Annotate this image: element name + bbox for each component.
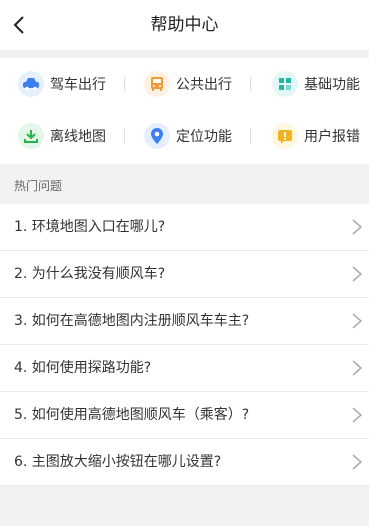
list-item[interactable]: 1. 环境地图入口在哪儿? <box>0 204 369 251</box>
faq-list: 1. 环境地图入口在哪儿? 2. 为什么我没有顺风车? 3. 如何在高德地图内注… <box>0 204 369 486</box>
location-pin-icon <box>144 123 170 149</box>
list-item[interactable]: 4. 如何使用探路功能? <box>0 345 369 392</box>
section-header: 热门问题 <box>0 164 369 204</box>
faq-question: 6. 主图放大缩小按钮在哪儿设置? <box>14 454 222 470</box>
list-item[interactable]: 5. 如何使用高德地图顺风车（乘客）? <box>0 392 369 439</box>
tile-basic-features[interactable]: 基础功能 <box>272 58 360 110</box>
chevron-right-icon <box>352 360 363 376</box>
tile-label: 基础功能 <box>304 77 360 93</box>
download-icon <box>18 123 44 149</box>
tile-label: 驾车出行 <box>50 77 106 93</box>
chevron-right-icon <box>352 219 363 235</box>
divider <box>250 129 251 143</box>
chevron-right-icon <box>352 266 363 282</box>
car-icon <box>18 71 44 97</box>
tile-drive[interactable]: 驾车出行 <box>18 58 106 110</box>
section-title: 热门问题 <box>14 179 63 193</box>
faq-question: 1. 环境地图入口在哪儿? <box>14 219 166 235</box>
tile-label: 离线地图 <box>50 129 106 145</box>
tile-label: 公共出行 <box>176 77 232 93</box>
chevron-right-icon <box>352 454 363 470</box>
grid-icon <box>272 71 298 97</box>
tile-public-transit[interactable]: 公共出行 <box>144 58 232 110</box>
chevron-right-icon <box>352 407 363 423</box>
list-item[interactable]: 2. 为什么我没有顺风车? <box>0 251 369 298</box>
divider <box>124 129 125 143</box>
alert-icon <box>272 123 298 149</box>
chevron-right-icon <box>352 313 363 329</box>
faq-question: 5. 如何使用高德地图顺风车（乘客）? <box>14 407 250 423</box>
tile-location[interactable]: 定位功能 <box>144 110 232 162</box>
feature-grid: 驾车出行 公共出行 基础功能 离线地图 定位功能 用户报错 <box>0 58 369 164</box>
faq-question: 2. 为什么我没有顺风车? <box>14 266 166 282</box>
faq-question: 3. 如何在高德地图内注册顺风车车主? <box>14 313 250 329</box>
bus-icon <box>144 71 170 97</box>
tile-label: 用户报错 <box>304 129 360 145</box>
list-item[interactable]: 6. 主图放大缩小按钮在哪儿设置? <box>0 439 369 486</box>
tile-user-report[interactable]: 用户报错 <box>272 110 360 162</box>
tile-offline-map[interactable]: 离线地图 <box>18 110 106 162</box>
list-item[interactable]: 3. 如何在高德地图内注册顺风车车主? <box>0 298 369 345</box>
divider <box>124 77 125 91</box>
faq-question: 4. 如何使用探路功能? <box>14 360 152 376</box>
page-title: 帮助中心 <box>150 15 219 35</box>
tile-label: 定位功能 <box>176 129 232 145</box>
header-bar: 帮助中心 <box>0 0 369 50</box>
divider <box>250 77 251 91</box>
